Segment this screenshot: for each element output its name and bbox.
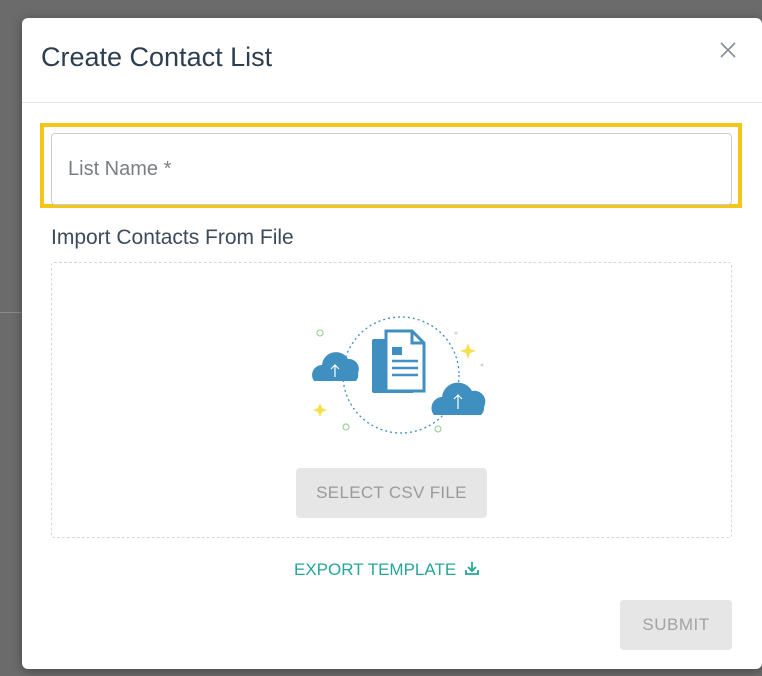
import-contacts-label: Import Contacts From File [51, 226, 294, 249]
export-template-link[interactable]: EXPORT TEMPLATE [294, 560, 480, 580]
cloud-upload-illustration [312, 316, 486, 434]
list-name-input[interactable] [51, 133, 732, 205]
close-icon[interactable] [718, 40, 738, 60]
create-contact-list-dialog: Create Contact List Import Contacts From… [22, 18, 762, 669]
export-template-label: EXPORT TEMPLATE [294, 560, 457, 579]
dialog-header: Create Contact List [22, 18, 762, 103]
backdrop-divider [0, 312, 22, 313]
submit-button[interactable]: SUBMIT [620, 600, 732, 650]
download-icon [465, 560, 480, 580]
select-csv-file-button[interactable]: SELECT CSV FILE [296, 468, 487, 518]
file-dropzone[interactable]: SELECT CSV FILE [51, 262, 732, 538]
dialog-title: Create Contact List [41, 42, 273, 72]
